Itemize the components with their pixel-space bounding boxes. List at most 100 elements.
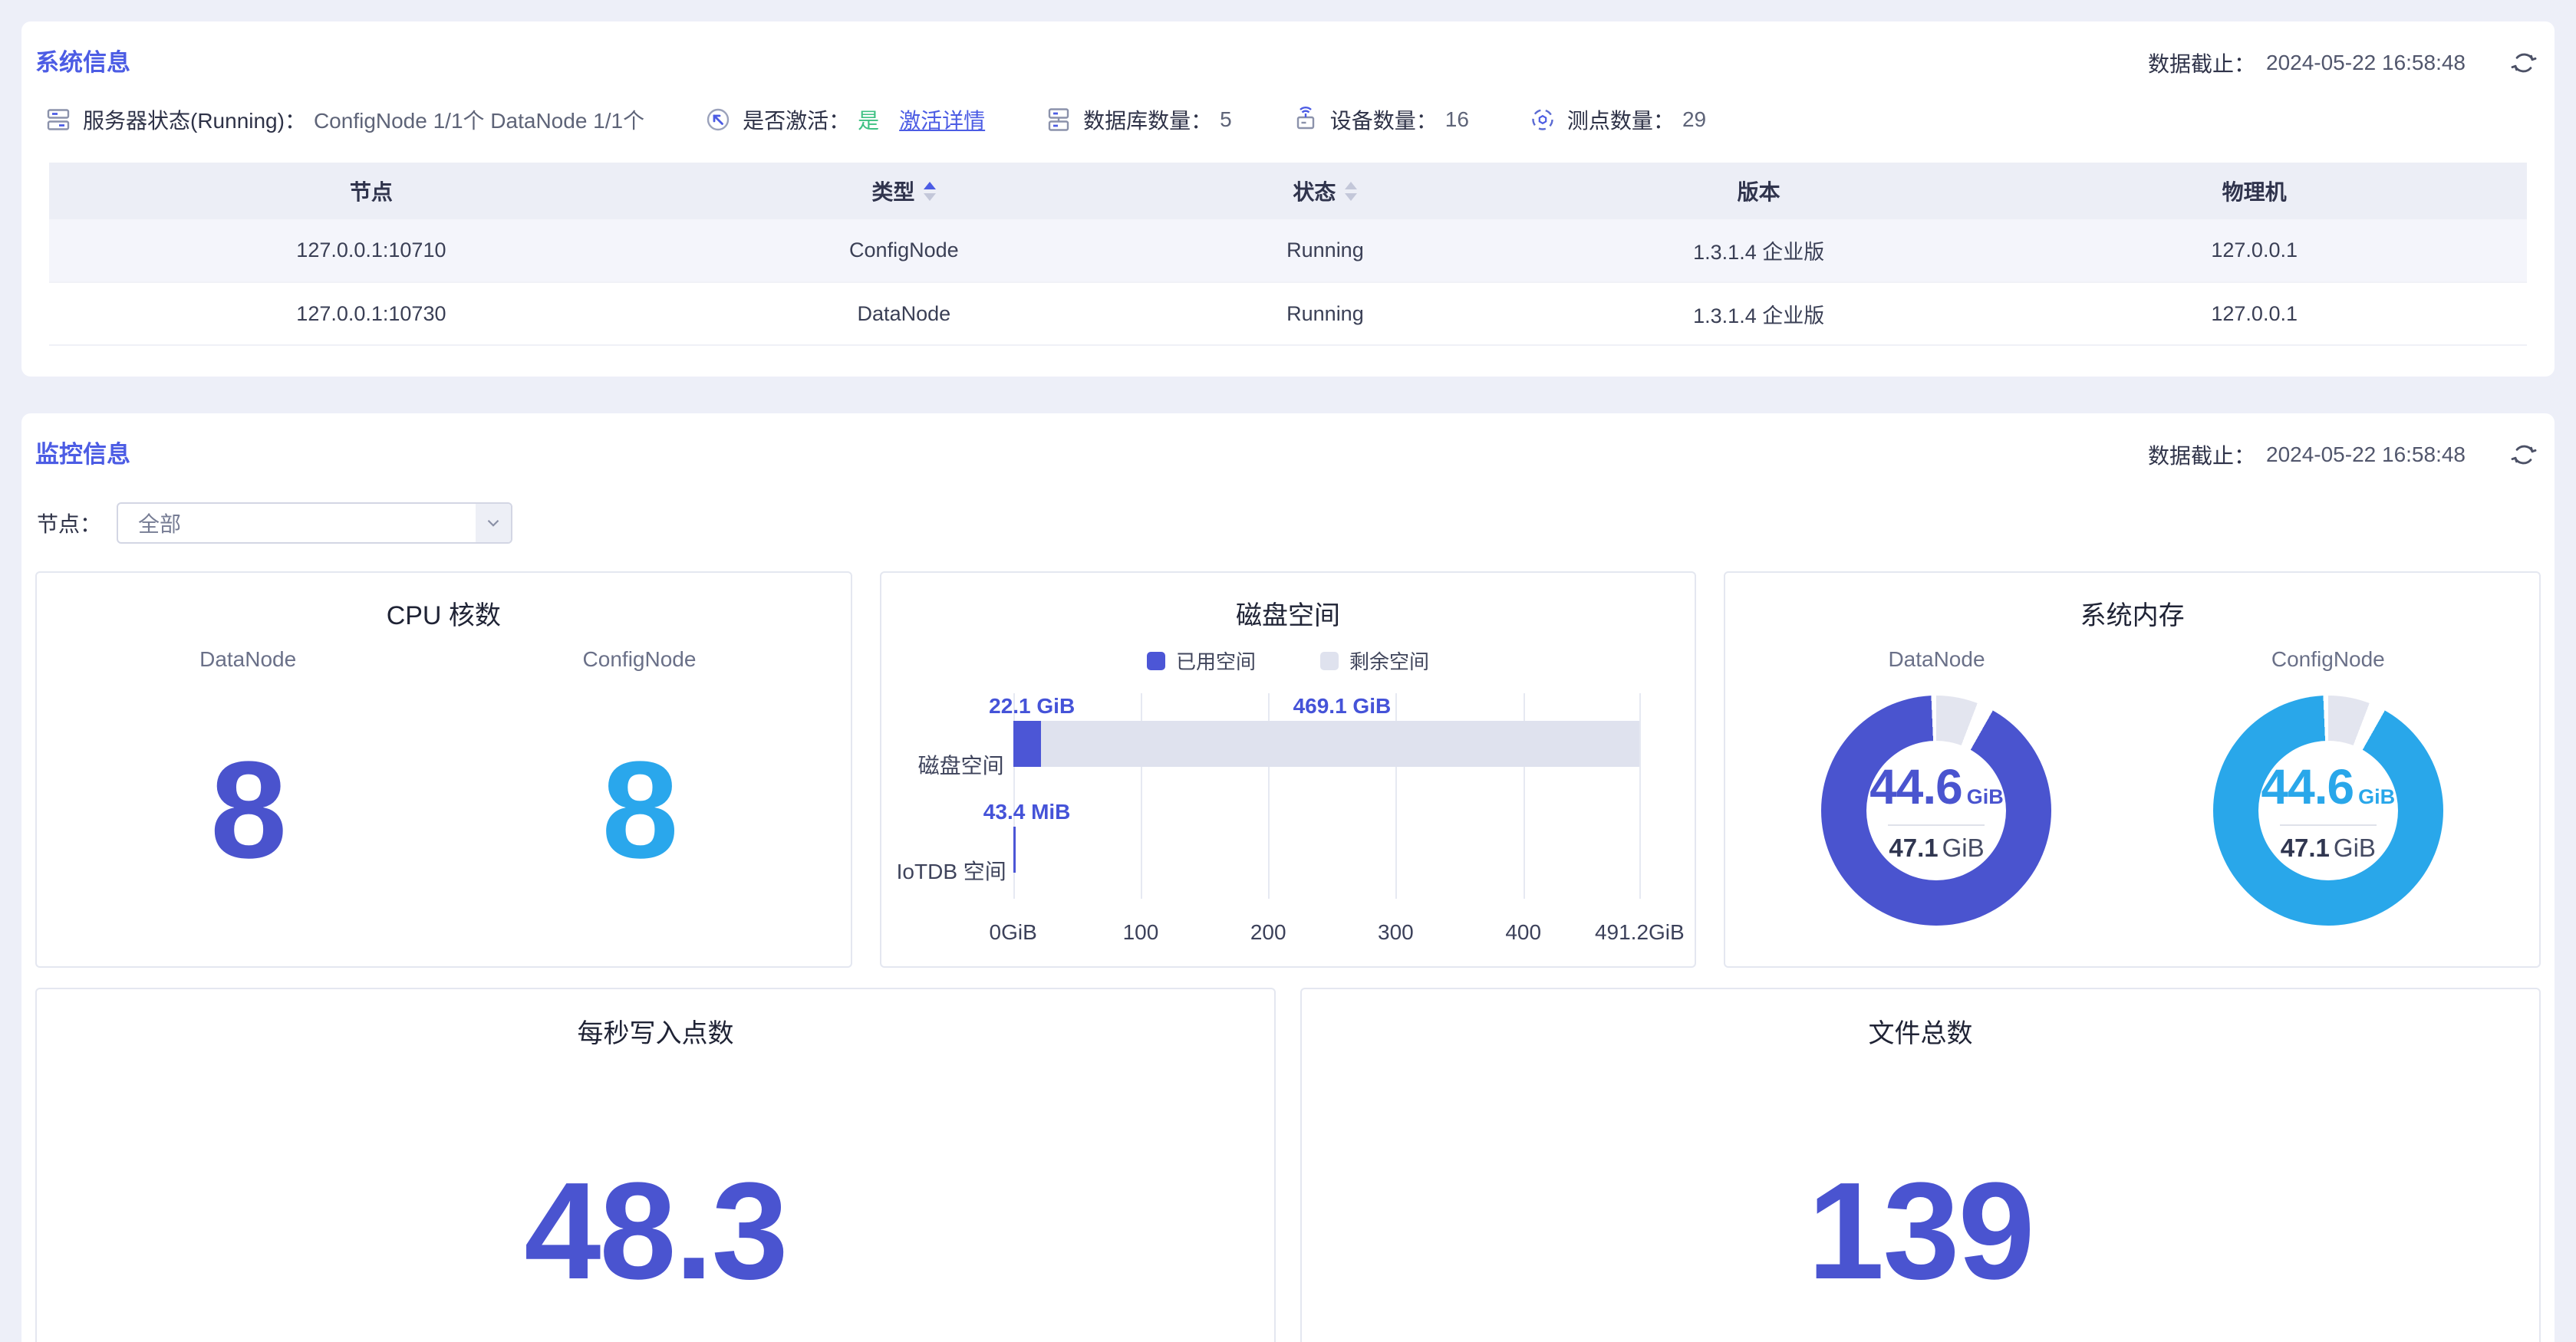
cell-type: DataNode [693,282,1115,345]
disk-bar [1013,721,1640,767]
status-item-activation: 是否激活： 是 激活详情 [704,104,985,135]
memory-confignode-label: ConfigNode [2133,646,2524,673]
cell-status: Running [1115,282,1536,345]
cell-node: 127.0.0.1:10710 [49,219,693,282]
write-points-card: 每秒写入点数 48.3 [35,988,1276,1342]
cpu-values: 8 8 [52,673,835,948]
cpu-confignode-value: 8 [601,731,677,890]
cpu-card-title: CPU 核数 [52,599,835,633]
col-header-status[interactable]: 状态 [1115,163,1536,219]
memory-datanode-label: DataNode [1741,646,2132,673]
activation-detail-link[interactable]: 激活详情 [899,104,985,135]
disk-plot-area: 22.1 GiB 469.1 GiB 43.4 MiB 0GiB 100 200… [1013,690,1640,902]
write-points-title: 每秒写入点数 [52,1017,1259,1051]
iotdb-used-segment [1013,827,1016,873]
table-header-row: 节点 类型 状态 版本 物理机 [49,163,2527,219]
activation-icon [704,106,732,133]
devices-value: 16 [1445,107,1469,132]
legend-used: 已用空间 [1147,646,1256,675]
iotdb-bar [1013,827,1016,873]
col-header-version: 版本 [1536,163,1981,219]
x-tick: 200 [1250,920,1286,945]
data-cutoff-time: 2024-05-22 16:58:48 [2266,442,2466,467]
memory-node-labels: DataNode ConfigNode [1741,646,2524,673]
x-tick: 100 [1123,920,1159,945]
memory-card-title: 系统内存 [1741,599,2524,633]
cell-host: 127.0.0.1 [1981,282,2527,345]
disk-rest-segment [1041,721,1639,767]
memory-total-unit: GiB [2334,834,2376,863]
data-cutoff-label: 数据截止： [2148,48,2255,78]
confignode-memory-donut: 44.6 GiB 47.1 GiB [2213,696,2443,926]
data-cutoff-label: 数据截止： [2148,439,2255,470]
cell-node: 127.0.0.1:10730 [49,282,693,345]
disk-card-title: 磁盘空间 [897,599,1680,633]
measurement-target-icon [1529,106,1556,133]
node-select[interactable]: 全部 [117,502,512,544]
write-points-value-wrap: 48.3 [52,1051,1259,1342]
status-item-databases: 数据库数量： 5 [1045,104,1232,135]
memory-used-value: 44.6 [1869,758,1962,815]
system-data-cutoff: 数据截止： 2024-05-22 16:58:48 [2148,48,2539,78]
server-cluster-icon [44,106,72,133]
server-status-value: ConfigNode 1/1个 DataNode 1/1个 [314,104,644,135]
x-tick: 400 [1505,920,1541,945]
monitor-data-cutoff: 数据截止： 2024-05-22 16:58:48 [2148,439,2539,470]
sort-caret-status [1345,182,1357,201]
legend-rest: 剩余空间 [1320,646,1429,675]
table-row: 127.0.0.1:10730 DataNode Running 1.3.1.4… [49,282,2527,345]
device-icon [1292,106,1319,133]
iotdb-used-value-label: 43.4 MiB [983,799,1071,825]
system-panel-head: 系统信息 数据截止： 2024-05-22 16:58:48 [35,48,2539,78]
metric-cards-row-1: CPU 核数 DataNode ConfigNode 8 8 磁盘空间 已用空间… [35,571,2541,968]
memory-total-value: 47.1 [1889,834,1938,863]
system-info-panel: 系统信息 数据截止： 2024-05-22 16:58:48 [21,21,2555,377]
monitor-panel-head: 监控信息 数据截止： 2024-05-22 16:58:48 [35,439,2539,470]
cpu-cores-card: CPU 核数 DataNode ConfigNode 8 8 [35,571,852,968]
file-total-card: 文件总数 139 [1300,988,2541,1342]
node-filter-label: 节点： [37,508,101,538]
col-header-type[interactable]: 类型 [693,163,1115,219]
activation-label: 是否激活： [743,104,850,135]
write-points-value: 48.3 [524,1152,786,1311]
node-table: 节点 类型 状态 版本 物理机 [49,163,2527,346]
iotdb-category-label: IoTDB 空间 [897,859,1004,885]
datanode-memory-donut: 44.6 GiB 47.1 GiB [1821,696,2051,926]
table-row: 127.0.0.1:10710 ConfigNode Running 1.3.1… [49,219,2527,282]
x-tick: 300 [1378,920,1414,945]
status-item-measurements: 测点数量： 29 [1529,104,1706,135]
donut-center-text: 44.6 GiB 47.1 GiB [2213,696,2443,926]
system-memory-card: 系统内存 DataNode ConfigNode 44.6 GiB [1724,571,2541,968]
databases-value: 5 [1220,107,1232,132]
status-item-devices: 设备数量： 16 [1292,104,1469,135]
col-header-host: 物理机 [1981,163,2527,219]
donut-divider [2280,824,2377,826]
database-icon [1045,106,1072,133]
metric-cards-row-2: 每秒写入点数 48.3 文件总数 139 [35,988,2541,1342]
file-total-value-wrap: 139 [1317,1051,2524,1342]
chevron-down-icon [476,504,511,542]
activation-value: 是 [858,104,879,135]
server-status-label: 服务器状态(Running)： [83,104,306,135]
cpu-node-labels: DataNode ConfigNode [52,646,835,673]
cpu-confignode-label: ConfigNode [443,646,835,673]
refresh-icon[interactable] [2508,48,2539,78]
cell-host: 127.0.0.1 [1981,219,2527,282]
memory-used-unit: GiB [1967,785,2004,809]
sort-caret-type [924,182,936,201]
databases-label: 数据库数量： [1083,104,1212,135]
system-info-title: 系统信息 [35,48,130,78]
node-filter-row: 节点： 全部 [37,502,2539,544]
node-table-wrap: 节点 类型 状态 版本 物理机 [49,163,2527,346]
memory-total-unit: GiB [1942,834,1985,863]
memory-used-unit: GiB [2358,785,2395,809]
data-cutoff-time: 2024-05-22 16:58:48 [2266,51,2466,75]
disk-rest-value-label: 469.1 GiB [1293,693,1392,719]
status-bar: 服务器状态(Running)： ConfigNode 1/1个 DataNode… [44,104,2532,135]
disk-category-label: 磁盘空间 [897,753,1004,779]
disk-space-card: 磁盘空间 已用空间 剩余空间 磁盘空间 IoTDB 空间 [880,571,1697,968]
memory-used-value: 44.6 [2261,758,2354,815]
monitor-title: 监控信息 [35,439,130,470]
refresh-icon[interactable] [2508,439,2539,470]
cell-version: 1.3.1.4 企业版 [1536,219,1981,282]
